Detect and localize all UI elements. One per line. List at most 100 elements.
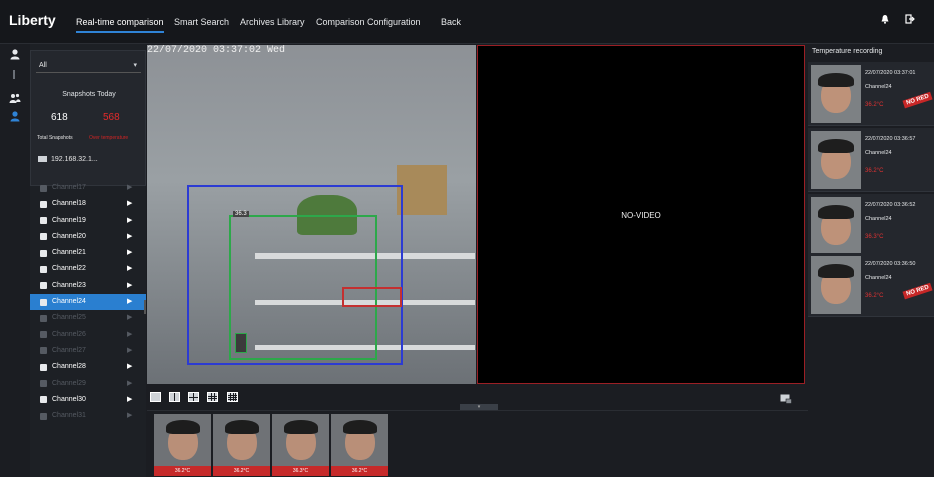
- camera-icon: [40, 363, 47, 371]
- snapshot-thumb[interactable]: 36.2°C: [213, 414, 270, 476]
- play-icon[interactable]: ▶: [127, 196, 132, 212]
- hair-shape: [284, 420, 318, 434]
- nav-smart-search[interactable]: Smart Search: [174, 17, 229, 27]
- top-bar: Liberty Real-time comparison Smart Searc…: [0, 0, 934, 44]
- channel-item[interactable]: Channel17 ▶: [30, 180, 146, 196]
- channel-item[interactable]: Channel29 ▶: [30, 376, 146, 392]
- thumb-temperature: 36.3°C: [272, 466, 329, 476]
- record-channel: Channel24: [865, 275, 892, 281]
- channel-item[interactable]: Channel19 ▶: [30, 213, 146, 229]
- record-face-photo: [811, 65, 861, 123]
- play-icon[interactable]: ▶: [127, 180, 132, 196]
- thumb-temperature: 36.2°C: [213, 466, 270, 476]
- camera-icon: [40, 200, 47, 208]
- play-icon[interactable]: ▶: [127, 310, 132, 326]
- layout-16-icon[interactable]: [227, 392, 238, 402]
- record-item[interactable]: 22/07/2020 03:37:01 Channel24 36.2°C NO …: [808, 62, 934, 126]
- play-icon[interactable]: ▶: [127, 408, 132, 424]
- play-icon[interactable]: ▶: [127, 294, 132, 310]
- snapshot-thumb[interactable]: 36.2°C: [331, 414, 388, 476]
- record-time: 22/07/2020 03:36:52: [865, 202, 916, 208]
- play-icon[interactable]: ▶: [127, 359, 132, 375]
- nav-realtime-comparison[interactable]: Real-time comparison: [76, 17, 164, 33]
- camera-icon: [40, 184, 47, 192]
- camera-icon: [40, 314, 47, 322]
- channel-label: Channel27: [52, 346, 86, 354]
- channel-item[interactable]: Channel24 ▶: [30, 294, 146, 311]
- channel-item[interactable]: Channel18 ▶: [30, 196, 146, 212]
- play-icon[interactable]: ▶: [127, 245, 132, 261]
- device-item[interactable]: 192.168.32.1...: [38, 156, 98, 163]
- temperature-recording-panel: Temperature recording 22/07/2020 03:37:0…: [808, 44, 934, 477]
- channel-label: Channel23: [52, 281, 86, 289]
- channel-filter-value: All: [39, 62, 47, 69]
- play-icon[interactable]: ▶: [127, 343, 132, 359]
- snapshot-thumb[interactable]: 36.3°C: [272, 414, 329, 476]
- temperature-recording-title: Temperature recording: [812, 48, 883, 55]
- channel-item[interactable]: Channel23 ▶: [30, 278, 146, 294]
- over-temperature-count: 568: [103, 112, 120, 123]
- channel-list-scrollbar[interactable]: [144, 300, 146, 314]
- channel-item[interactable]: Channel22 ▶: [30, 261, 146, 277]
- play-icon[interactable]: ▶: [127, 376, 132, 392]
- channel-label: Channel25: [52, 314, 86, 322]
- record-face-photo: [811, 256, 861, 314]
- channel-item[interactable]: Channel30 ▶: [30, 392, 146, 408]
- video-timestamp: 22/07/2020 03:37:02 Wed: [147, 45, 286, 56]
- play-icon[interactable]: ▶: [127, 392, 132, 408]
- channel-label: Channel29: [52, 379, 86, 387]
- channel-item[interactable]: Channel31 ▶: [30, 408, 146, 424]
- layout-9-icon[interactable]: [207, 392, 218, 402]
- face-temp-tag: 36.3: [233, 211, 249, 217]
- record-item[interactable]: 22/07/2020 03:36:52 Channel24 36.3°C: [808, 194, 934, 258]
- picture-in-picture-icon[interactable]: [780, 394, 792, 404]
- record-face-photo: [811, 131, 861, 189]
- channel-item[interactable]: Channel28 ▶: [30, 359, 146, 375]
- app-logo: Liberty: [9, 12, 56, 28]
- hair-shape: [818, 264, 854, 278]
- channel-item[interactable]: Channel20 ▶: [30, 229, 146, 245]
- snapshot-thumb[interactable]: 36.2°C: [154, 414, 211, 476]
- hair-shape: [343, 420, 377, 434]
- camera-icon: [40, 233, 47, 241]
- alarm-stamp: NO RED: [902, 282, 933, 300]
- layout-2-icon[interactable]: [169, 392, 180, 402]
- play-icon[interactable]: ▶: [127, 327, 132, 343]
- layout-1-icon[interactable]: [150, 392, 161, 402]
- channel-item[interactable]: Channel27 ▶: [30, 343, 146, 359]
- channel-item[interactable]: Channel25 ▶: [30, 310, 146, 326]
- channel-item[interactable]: Channel26 ▶: [30, 327, 146, 343]
- monitor-icon: [38, 156, 47, 163]
- live-video-secondary[interactable]: NO-VIDEO: [477, 45, 805, 384]
- record-channel: Channel24: [865, 150, 892, 156]
- app-root: Liberty Real-time comparison Smart Searc…: [0, 0, 934, 477]
- box-on-shelf: [397, 165, 447, 215]
- nav-comparison-configuration[interactable]: Comparison Configuration: [316, 17, 421, 27]
- detection-zone-red: [342, 287, 402, 307]
- play-icon[interactable]: ▶: [127, 278, 132, 294]
- record-item[interactable]: 22/07/2020 03:36:57 Channel24 36.2°C: [808, 128, 934, 192]
- nav-archives-library[interactable]: Archives Library: [240, 17, 305, 27]
- record-channel: Channel24: [865, 216, 892, 222]
- total-snapshots-count: 618: [51, 112, 68, 123]
- play-icon[interactable]: ▶: [127, 213, 132, 229]
- logout-icon[interactable]: [902, 14, 918, 30]
- alarm-stamp: NO RED: [902, 91, 933, 109]
- record-item[interactable]: 22/07/2020 03:36:50 Channel24 36.2°C NO …: [808, 253, 934, 317]
- layout-4-icon[interactable]: [188, 392, 199, 402]
- channel-label: Channel21: [52, 249, 86, 257]
- face-icon[interactable]: [8, 110, 22, 124]
- channel-label: Channel31: [52, 412, 86, 420]
- live-video-main[interactable]: 36.3 22/07/2020 03:37:02 Wed: [147, 45, 476, 384]
- user-icon[interactable]: [8, 48, 22, 62]
- channel-item[interactable]: Channel21 ▶: [30, 245, 146, 261]
- channel-label: Channel18: [52, 200, 86, 208]
- nav-back[interactable]: Back: [441, 17, 461, 27]
- people-icon[interactable]: [8, 92, 22, 106]
- play-icon[interactable]: ▶: [127, 261, 132, 277]
- left-icon-rail: [0, 44, 30, 477]
- camera-icon: [40, 380, 47, 388]
- bell-icon[interactable]: [877, 14, 893, 30]
- play-icon[interactable]: ▶: [127, 229, 132, 245]
- channel-filter-select[interactable]: All ▾: [36, 59, 141, 73]
